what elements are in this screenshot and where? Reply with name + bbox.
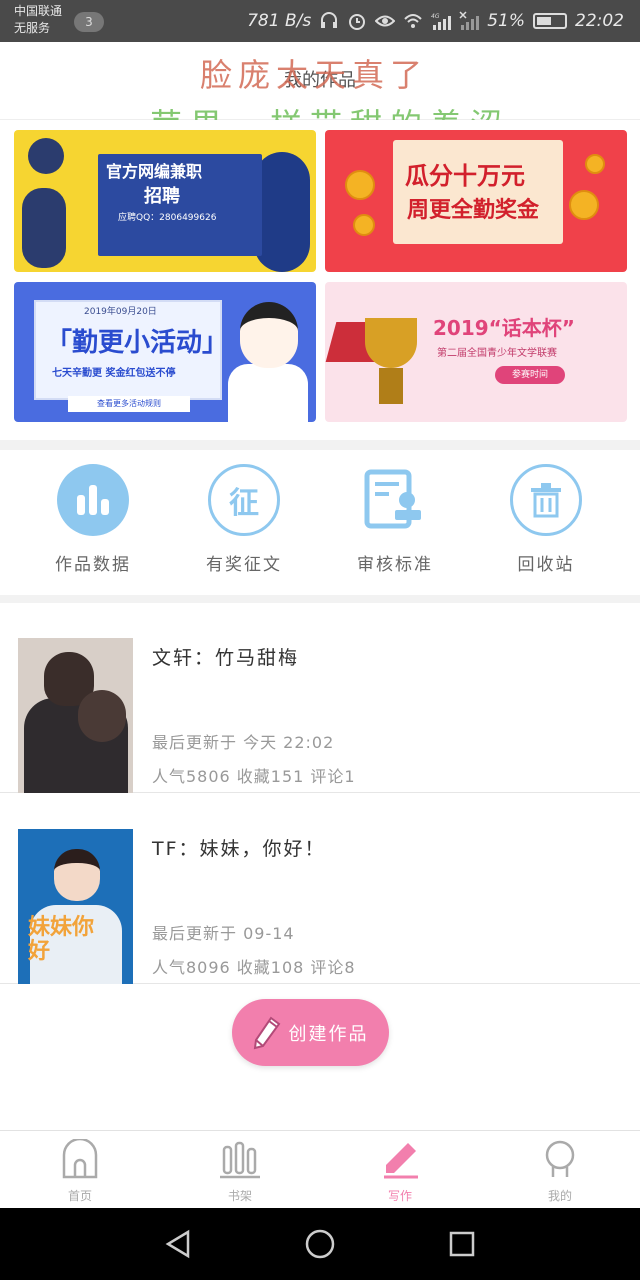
home-circle-icon [305,1229,335,1259]
home-icon [62,1137,98,1179]
work-item[interactable]: 文轩：竹马甜梅 最后更新于 今天 22:02 人气5806 收藏151 评论1 [0,603,640,793]
zheng-icon-glyph: 征 [229,486,259,521]
banner-contest-time-badge: 参赛时间 [495,366,565,384]
girl-illustration-face [240,302,298,368]
work-updated: 最后更新于 今天 22:02 [152,733,335,752]
tool-contest-label: 有奖征文 [206,555,282,575]
headset-icon [321,12,338,28]
work-title: TF：妹妹，你好！ [152,838,326,860]
tool-work-data-label: 作品数据 [55,555,131,575]
tab-bookshelf-label: 书架 [227,1189,252,1203]
carrier-name: 中国联通 [14,4,63,18]
section-divider [0,595,640,603]
girl-illustration-body [228,364,308,422]
bar-chart-icon [57,464,129,536]
section-divider [0,440,640,450]
tab-profile-label: 我的 [547,1189,572,1203]
alarm-icon [349,14,366,30]
battery-icon [533,13,567,29]
clock: 22:02 [575,11,624,31]
tool-review-standard[interactable]: 审核标准 [340,464,450,575]
banner-contest-title: 2019“话本杯” [433,316,575,340]
tool-recycle-bin-label: 回收站 [517,555,575,575]
create-work-button[interactable]: 创建作品 [232,999,389,1066]
work-updated: 最后更新于 09-14 [152,924,295,943]
signal-4g-icon: 4G [431,13,452,30]
tool-contest[interactable]: 征 有奖征文 [189,464,299,575]
work-cover [18,638,133,793]
overlay-caption-line1: 脸庞太天真了 [200,56,429,94]
recents-square-icon [449,1231,475,1257]
pencil-icon [253,1016,280,1049]
work-cover: 妹妹你好 [18,829,133,984]
back-triangle-icon [165,1229,190,1259]
trash-icon [510,464,582,536]
bookshelf-icon [220,1141,260,1179]
battery-percent: 51% [487,11,525,31]
notification-badge: 3 [74,12,104,32]
tool-review-standard-label: 审核标准 [357,555,433,575]
banner-activity-rules-button[interactable]: 查看更多活动规则 [68,396,190,412]
tools-row: 作品数据 征 有奖征文 审核标准 回收站 [0,450,640,595]
pencil-icon [384,1143,418,1179]
recents-button[interactable] [412,1208,512,1280]
banner-grid: 官方网编兼职 招聘 应聘QQ：2806499626 瓜分十万元 周更全勤奖金 2… [0,120,640,440]
banner-recruitment[interactable]: 官方网编兼职 招聘 应聘QQ：2806499626 [14,130,316,272]
tab-home-label: 首页 [67,1189,92,1203]
tab-writing[interactable]: 写作 [320,1139,480,1204]
tool-work-data[interactable]: 作品数据 [38,464,148,575]
banner-bonus-subtitle: 周更全勤奖金 [407,198,540,223]
banner-contest-subtitle: 第二届全国青少年文学联赛 [437,348,557,359]
work-stats: 人气8096 收藏108 评论8 [152,958,356,977]
zheng-icon: 征 [208,464,280,536]
system-nav-bar [0,1208,640,1280]
eye-icon [375,15,396,27]
signal-off-icon [459,11,480,30]
banner-bonus-title: 瓜分十万元 [405,162,525,190]
banner-activity-subtitle: 七天辛勤更 奖金红包送不停 [52,368,176,379]
banner-activity[interactable]: 2019年09月20日 「勤更小活动」 七天辛勤更 奖金红包送不停 查看更多活动… [14,282,316,422]
profile-icon [545,1140,575,1177]
bottom-nav: 首页 书架 写作 我的 [0,1130,640,1208]
wifi-icon [404,14,422,28]
tab-writing-label: 写作 [387,1189,412,1203]
banner-recruitment-title: 官方网编兼职 [106,162,203,181]
banner-activity-date: 2019年09月20日 [84,307,157,317]
signal-4g-text: 4G [431,13,440,20]
net-speed: 781 B/s [247,11,312,31]
status-bar: 中国联通 无服务 3 781 B/s 4G 51% 22:02 [0,0,640,42]
work-cover-title: 妹妹你好 [28,914,95,964]
trophy-base [379,368,403,404]
work-item[interactable]: 妹妹你好 TF：妹妹，你好！ 最后更新于 09-14 人气8096 收藏108 … [0,794,640,984]
trophy-icon [365,318,417,368]
banner-activity-title: 「勤更小活动」 [46,328,229,358]
document-stamp-icon [359,464,431,536]
work-title: 文轩：竹马甜梅 [152,647,300,669]
page-header: 我的作品 脸庞太天真了 苹果一样带甜的羞涩 [0,42,640,144]
tool-recycle-bin[interactable]: 回收站 [491,464,601,575]
home-button[interactable] [270,1208,370,1280]
banner-recruitment-subtitle: 招聘 [144,186,180,207]
banner-recruitment-detail: 应聘QQ：2806499626 [118,213,217,223]
carrier-service: 无服务 [14,21,51,35]
work-stats: 人气5806 收藏151 评论1 [152,767,356,786]
back-button[interactable] [128,1208,228,1280]
tab-bookshelf[interactable]: 书架 [160,1139,320,1204]
tab-home[interactable]: 首页 [0,1137,160,1204]
carrier-info: 中国联通 无服务 [14,3,62,37]
tab-profile[interactable]: 我的 [480,1139,640,1204]
status-icons: 781 B/s 4G 51% 22:02 [247,0,624,42]
banner-contest[interactable]: 2019“话本杯” 第二届全国青少年文学联赛 参赛时间 [325,282,627,422]
banner-bonus[interactable]: 瓜分十万元 周更全勤奖金 [325,130,627,272]
create-work-label: 创建作品 [288,1023,369,1045]
